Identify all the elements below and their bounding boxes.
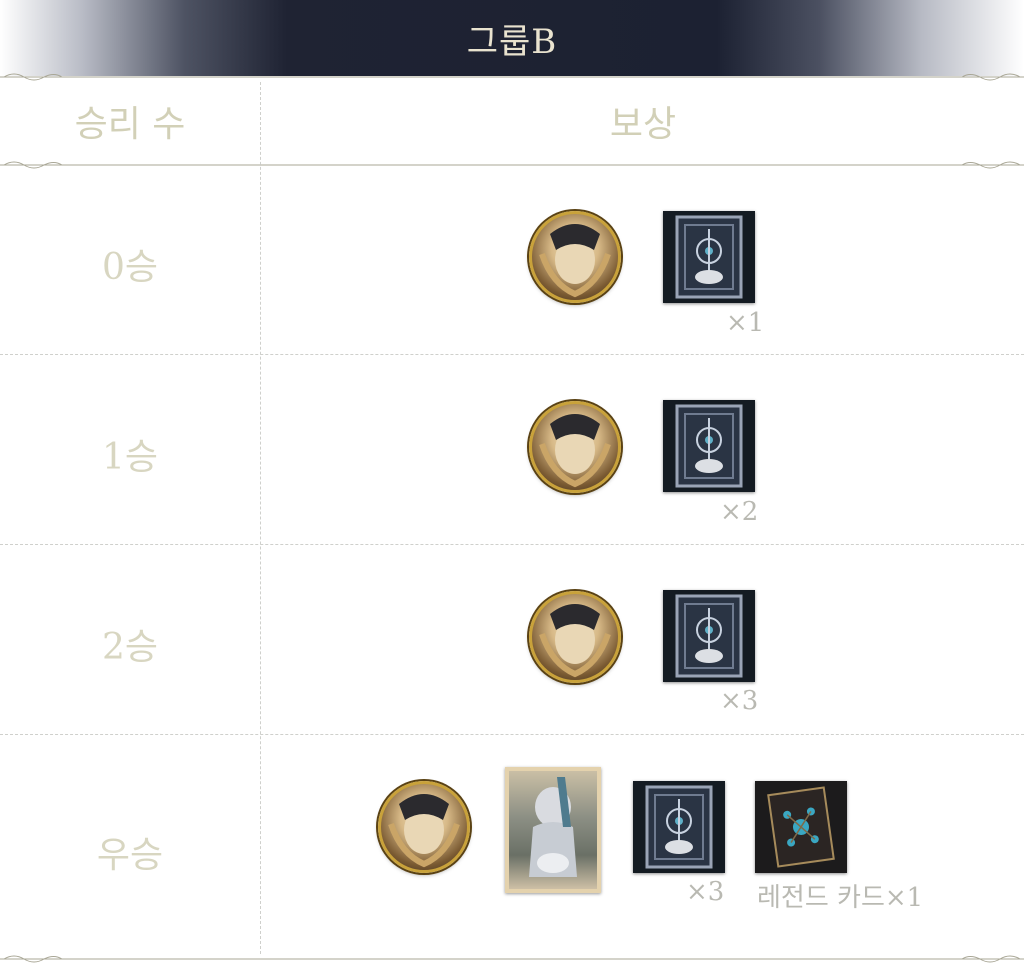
row-label-2: 2승	[101, 627, 159, 668]
column-divider	[260, 82, 261, 954]
header-reward: 보상	[609, 104, 677, 145]
ornate-card-back-icon	[663, 211, 755, 303]
row-divider	[0, 544, 1024, 545]
row-divider	[0, 734, 1024, 735]
row-label-1: 1승	[101, 437, 159, 478]
ornate-card-back-icon	[663, 400, 755, 492]
tier-card-quantity: ×2	[720, 497, 759, 527]
character-medal-icon	[529, 401, 621, 493]
row-label-0: 0승	[101, 247, 159, 288]
group-title: 그룹B	[466, 22, 558, 62]
row-divider	[0, 354, 1024, 355]
character-medal-icon	[378, 781, 470, 873]
header-wins: 승리 수	[74, 104, 186, 145]
character-medal-icon	[529, 211, 621, 303]
legend-card-back-icon	[755, 781, 847, 873]
row-label-champion: 우승	[96, 835, 164, 876]
ornate-card-back-icon	[633, 781, 725, 873]
ornament-rule-bottom	[0, 952, 1024, 966]
ornament-rule-top	[0, 70, 1024, 84]
tier-card-quantity: ×1	[726, 308, 765, 338]
character-portrait-card-icon	[505, 767, 601, 893]
character-medal-icon	[529, 591, 621, 683]
tier-card-quantity: ×3	[720, 686, 759, 716]
ornate-card-back-icon	[663, 590, 755, 682]
legend-card-quantity: 레전드 카드×1	[757, 883, 924, 913]
tier-card-quantity: ×3	[686, 877, 725, 907]
